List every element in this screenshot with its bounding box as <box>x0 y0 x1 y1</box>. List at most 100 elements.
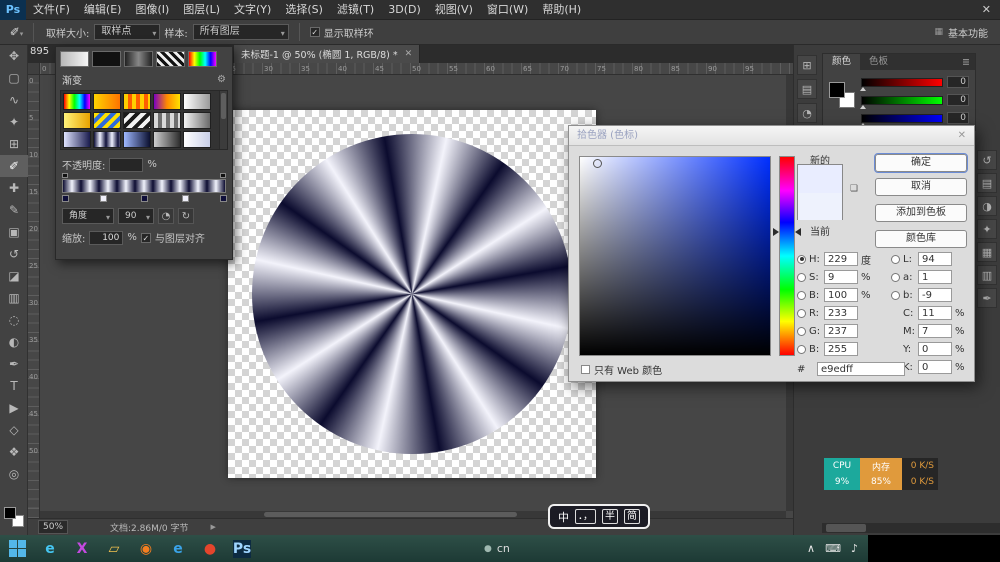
shape-tool[interactable]: ◇ <box>0 419 28 441</box>
tray-volume-icon[interactable]: ♪ <box>851 542 858 555</box>
presets-scrollbar[interactable] <box>219 91 227 149</box>
document-tab[interactable]: 未标题-1 @ 50% (椭圆 1, RGB/8) * ✕ <box>234 45 420 63</box>
cancel-button[interactable]: 取消 <box>875 178 967 196</box>
current-tool-icon[interactable]: ✐▾ <box>0 23 34 42</box>
gradient-style-dropdown[interactable]: 角度▾ <box>62 208 114 224</box>
panel-menu-icon[interactable]: ≣ <box>962 57 975 68</box>
menu-item[interactable]: 帮助(H) <box>535 0 588 20</box>
scrollbar-thumb[interactable] <box>826 524 866 532</box>
gradient-preset[interactable] <box>93 93 121 110</box>
workspace-switcher[interactable]: ▦基本功能 <box>934 25 988 40</box>
gradient-preset[interactable] <box>153 93 181 110</box>
paths-panel-icon[interactable]: ✒ <box>977 288 997 308</box>
scale-input[interactable]: 100 <box>89 231 123 245</box>
hue-slider-arrow[interactable] <box>773 228 779 236</box>
histogram-panel-icon[interactable]: ▤ <box>797 79 817 99</box>
gradient-stop[interactable] <box>220 195 227 202</box>
ime-button[interactable]: 中 <box>558 509 569 525</box>
field-radio[interactable] <box>891 273 900 282</box>
zoom-level-input[interactable]: 50% <box>38 520 68 534</box>
photoshop-icon[interactable]: Ps <box>226 535 258 562</box>
gradient-stop[interactable] <box>141 195 148 202</box>
brush-tool[interactable]: ✎ <box>0 199 28 221</box>
gradient-preset[interactable] <box>63 112 91 129</box>
gradient-preset[interactable] <box>63 93 91 110</box>
field-input[interactable]: 229 <box>824 252 858 266</box>
eyedropper-tool[interactable]: ✐ <box>0 155 28 177</box>
gradient-preset[interactable] <box>183 112 211 129</box>
info-panel-icon[interactable]: ◔ <box>797 103 817 123</box>
browser-icon[interactable]: ● <box>194 535 226 562</box>
field-radio[interactable] <box>797 255 806 264</box>
navigator-panel-icon[interactable]: ⊞ <box>797 55 817 75</box>
firefox-icon[interactable]: ◉ <box>130 535 162 562</box>
foreground-background-swatch[interactable] <box>4 507 24 527</box>
opacity-stop[interactable] <box>62 173 68 178</box>
menu-item[interactable]: 选择(S) <box>278 0 330 20</box>
field-radio[interactable] <box>797 291 806 300</box>
clone-stamp-tool[interactable]: ▣ <box>0 221 28 243</box>
gradient-preset[interactable] <box>123 93 151 110</box>
blur-tool[interactable]: ◌ <box>0 309 28 331</box>
tab-swatches[interactable]: 色板 <box>860 54 897 70</box>
slider-value[interactable]: 0 <box>947 94 969 106</box>
eraser-tool[interactable]: ◪ <box>0 265 28 287</box>
gradient-preset[interactable] <box>183 93 211 110</box>
hand-tool[interactable]: ❖ <box>0 441 28 463</box>
field-radio[interactable] <box>891 291 900 300</box>
tab-color[interactable]: 颜色 <box>823 54 860 70</box>
gamut-cube-icon[interactable]: ❏ <box>850 184 858 194</box>
field-radio[interactable] <box>797 327 806 336</box>
start-button[interactable] <box>0 535 34 562</box>
web-colors-checkbox[interactable]: 只有 Web 颜色 <box>581 362 662 377</box>
lasso-tool[interactable]: ∿ <box>0 89 28 111</box>
recent-gradient-swatch[interactable] <box>92 51 121 67</box>
menu-item[interactable]: 滤镜(T) <box>330 0 381 20</box>
history-panel-icon[interactable]: ↺ <box>977 150 997 170</box>
field-radio[interactable] <box>797 273 806 282</box>
move-tool[interactable]: ✥ <box>0 45 28 67</box>
healing-brush-tool[interactable]: ✚ <box>0 177 28 199</box>
field-input[interactable]: 237 <box>824 324 858 338</box>
align-with-layer-checkbox[interactable]: ✓与图层对齐 <box>141 230 205 245</box>
field-input[interactable]: 94 <box>918 252 952 266</box>
gradient-preview-bar[interactable] <box>62 179 226 193</box>
menu-item[interactable]: 图像(I) <box>128 0 176 20</box>
zoom-tool[interactable]: ◎ <box>0 463 28 485</box>
dock-scrollbar[interactable] <box>822 523 1000 533</box>
opacity-input[interactable] <box>109 158 143 172</box>
field-input[interactable]: 7 <box>918 324 952 338</box>
field-input[interactable]: 233 <box>824 306 858 320</box>
field-input[interactable]: 1 <box>918 270 952 284</box>
gradient-preset[interactable] <box>123 131 151 148</box>
path-selection-tool[interactable]: ▶ <box>0 397 28 419</box>
recent-gradient-swatch[interactable] <box>156 51 185 67</box>
field-input[interactable]: 9 <box>824 270 858 284</box>
foreground-color-swatch[interactable] <box>4 507 16 519</box>
hex-input[interactable]: e9edff <box>817 362 905 376</box>
red-slider[interactable]: 0 <box>861 76 969 88</box>
scrollbar-thumb[interactable] <box>264 512 518 517</box>
history-brush-tool[interactable]: ↺ <box>0 243 28 265</box>
green-slider[interactable]: 0 <box>861 94 969 106</box>
gradient-preset[interactable] <box>93 131 121 148</box>
edge-icon[interactable]: e <box>34 535 66 562</box>
angle-dial-icon[interactable]: ◔ <box>158 208 174 224</box>
crop-tool[interactable]: ⊞ <box>0 133 28 155</box>
menu-item[interactable]: 文字(Y) <box>227 0 278 20</box>
color-libraries-button[interactable]: 颜色库 <box>875 230 967 248</box>
show-sampling-ring-checkbox[interactable]: ✓显示取样环 <box>310 25 374 40</box>
slider-value[interactable]: 0 <box>947 76 969 88</box>
ie-icon[interactable]: e <box>162 535 194 562</box>
foreground-color-swatch[interactable] <box>829 82 845 98</box>
field-input[interactable]: 100 <box>824 288 858 302</box>
ok-button[interactable]: 确定 <box>875 154 967 172</box>
field-input[interactable]: 255 <box>824 342 858 356</box>
adjustments-panel-icon[interactable]: ◑ <box>977 196 997 216</box>
gradient-stop[interactable] <box>182 195 189 202</box>
gradient-stop[interactable] <box>100 195 107 202</box>
layers-panel-icon[interactable]: ▦ <box>977 242 997 262</box>
tray-chevron-icon[interactable]: ∧ <box>807 542 815 555</box>
field-radio[interactable] <box>797 309 806 318</box>
gradient-preset[interactable] <box>123 112 151 129</box>
